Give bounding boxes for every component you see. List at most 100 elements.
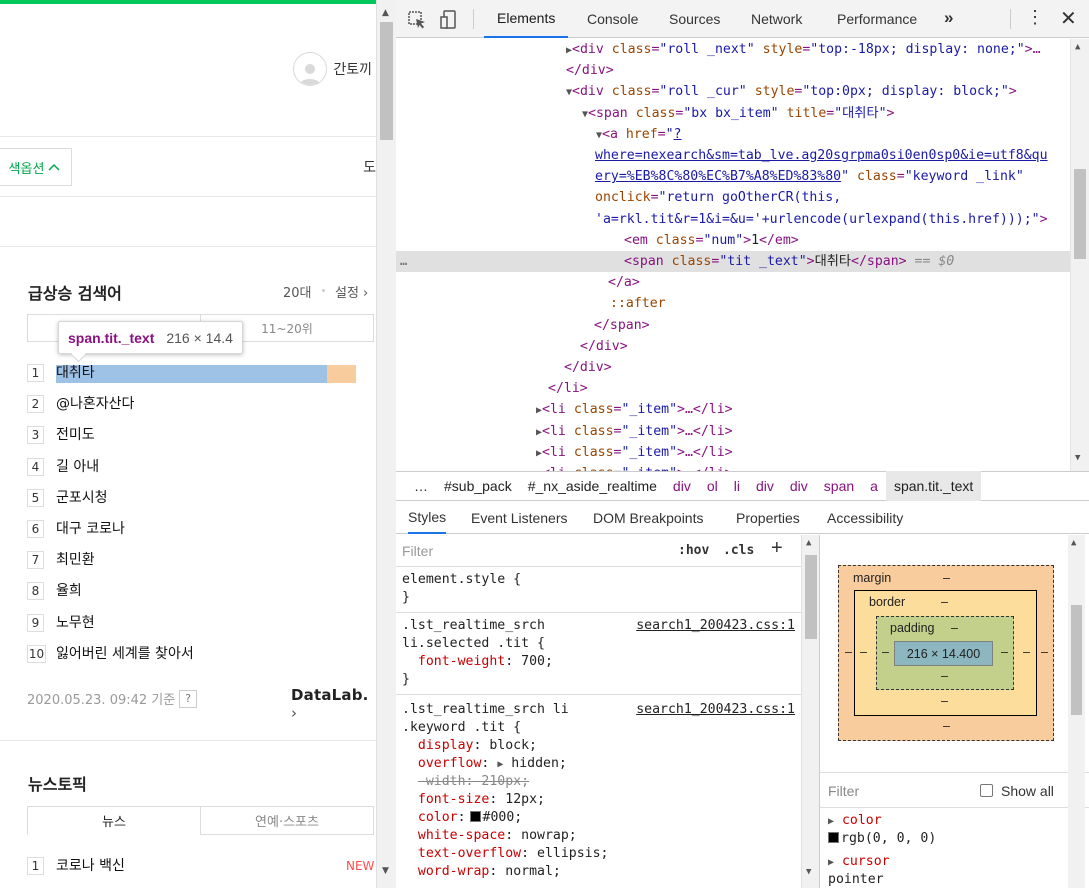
styles-filter-input[interactable]: Filter (400, 539, 664, 563)
dom-node[interactable]: </div> (396, 336, 1070, 357)
rank-keyword[interactable]: 잃어버린 세계를 찾아서 (56, 645, 194, 663)
list-item[interactable]: 2 @나혼자산다 (27, 395, 194, 426)
breadcrumb-item[interactable]: div (665, 471, 699, 501)
user-name[interactable]: 간토끼 (333, 59, 372, 79)
color-swatch[interactable] (469, 811, 481, 822)
dom-tree[interactable]: ▶<div class="roll _next" style="top:-18p… (396, 39, 1070, 471)
user-area[interactable]: 간토끼 (293, 52, 372, 86)
rank-keyword[interactable]: 군포시청 (56, 489, 108, 507)
news-tab-news[interactable]: 뉴스 (27, 806, 201, 835)
style-rule[interactable]: .lst_realtime_srch search1_200423.css:1 l… (396, 615, 801, 695)
datalab-link[interactable]: DataLab. › (291, 686, 376, 722)
dom-node[interactable]: ▶<li class="_item">…</li> (396, 421, 1070, 442)
breadcrumb-item[interactable]: ol (699, 471, 726, 501)
tools-label[interactable]: 도 (363, 157, 376, 177)
tab-console[interactable]: Console (587, 0, 638, 38)
page-scrollbar[interactable]: ▲ ▼ (376, 0, 396, 888)
dom-node-actions-icon[interactable]: … (400, 251, 407, 272)
scroll-up-arrow-icon[interactable]: ▲ (382, 8, 389, 18)
search-option-button[interactable]: 색옵션 (0, 148, 72, 186)
news-item[interactable]: 1 코로나 백신 (27, 857, 125, 875)
style-rule[interactable]: .lst_realtime_srch li search1_200423.css:… (396, 699, 801, 888)
tab-dom-breakpoints[interactable]: DOM Breakpoints (593, 502, 703, 534)
dom-node[interactable]: ▶<li class="_item">…</li> (396, 442, 1070, 463)
dom-node[interactable]: </a> (396, 272, 1070, 293)
close-icon[interactable]: ✕ (1060, 6, 1077, 31)
dom-node[interactable]: onclick="return goOtherCR(this, (396, 187, 1070, 208)
computed-property[interactable]: ▶ color (828, 812, 882, 831)
inspect-element-icon[interactable] (406, 9, 428, 31)
list-item[interactable]: 5 군포시청 (27, 488, 194, 520)
realtime-age-filter[interactable]: 20대 (283, 282, 312, 301)
list-item[interactable]: 8 율희 (27, 582, 194, 613)
kebab-menu-icon[interactable]: ⋮ (1026, 7, 1044, 28)
new-style-rule-icon[interactable]: + (771, 537, 783, 560)
rank-keyword[interactable]: @나혼자산다 (56, 395, 134, 413)
breadcrumb-item[interactable]: #sub_pack (436, 471, 520, 501)
scrollbar-thumb[interactable] (1074, 169, 1086, 259)
dom-node[interactable]: ▶<li class="_item">…</li> (396, 399, 1070, 420)
more-tabs-icon[interactable]: » (944, 8, 953, 28)
dom-node[interactable]: </span> (396, 315, 1070, 336)
tab-elements[interactable]: Elements (484, 0, 569, 38)
rank-keyword[interactable]: 전미도 (56, 426, 95, 444)
scroll-down-arrow-icon[interactable]: ▼ (1075, 453, 1080, 463)
rank-keyword[interactable]: 길 아내 (56, 458, 99, 476)
dom-node[interactable]: </li> (396, 378, 1070, 399)
rank-keyword[interactable]: 대구 코로나 (56, 520, 125, 538)
scroll-down-arrow-icon[interactable]: ▼ (806, 867, 811, 877)
scroll-up-arrow-icon[interactable]: ▲ (1071, 538, 1076, 548)
breadcrumb-more[interactable]: … (406, 471, 436, 501)
styles-scrollbar[interactable]: ▲ ▼ (801, 535, 819, 888)
dom-node[interactable]: 'a=rkl.tit&r=1&i=&u='+urlencode(urlexpan… (396, 209, 1070, 230)
user-avatar-icon[interactable] (293, 52, 328, 86)
scroll-down-arrow-icon[interactable]: ▼ (382, 866, 389, 876)
class-toggle[interactable]: .cls (723, 543, 754, 558)
list-item[interactable]: 9 노무현 (27, 613, 194, 645)
dom-node[interactable]: ▶<div class="roll _next" style="top:-18p… (396, 39, 1070, 60)
list-item[interactable]: 10 잃어버린 세계를 찾아서 (27, 644, 194, 676)
tab-properties[interactable]: Properties (736, 502, 800, 534)
dom-node[interactable]: </div> (396, 357, 1070, 378)
box-model-content[interactable]: 216 × 14.400 (894, 641, 993, 666)
scroll-up-arrow-icon[interactable]: ▲ (1075, 42, 1080, 52)
tab-styles[interactable]: Styles (408, 502, 447, 534)
dom-node[interactable]: ▼<span class="bx bx_item" title="대취타"> (396, 103, 1070, 124)
rank-keyword[interactable]: 대취타 (56, 364, 95, 382)
computed-scrollbar[interactable]: ▲ (1068, 535, 1085, 888)
list-item[interactable]: 4 길 아내 (27, 457, 194, 489)
show-all-checkbox[interactable] (980, 784, 993, 797)
scrollbar-thumb[interactable] (380, 22, 393, 140)
dom-node-pseudo[interactable]: ::after (396, 293, 1070, 314)
breadcrumb-item[interactable]: #_nx_aside_realtime (520, 471, 665, 501)
dom-tree-scrollbar[interactable]: ▲ ▼ (1070, 39, 1089, 471)
color-swatch[interactable] (828, 832, 839, 843)
breadcrumb-item[interactable]: div (748, 471, 782, 501)
hover-state-toggle[interactable]: :hov (678, 543, 709, 558)
dom-node[interactable]: ▼<div class="roll _cur" style="top:0px; … (396, 81, 1070, 102)
scrollbar-thumb[interactable] (1071, 605, 1082, 715)
tab-sources[interactable]: Sources (669, 0, 720, 38)
style-rule-element[interactable]: element.style { } (396, 569, 801, 613)
dom-node-link[interactable]: where=nexearch&sm=tab_lve.ag20sgrpma0si0… (396, 145, 1070, 166)
scroll-up-arrow-icon[interactable]: ▲ (806, 538, 811, 548)
breadcrumb-item[interactable]: div (782, 471, 816, 501)
scrollbar-thumb[interactable] (805, 555, 817, 639)
list-item[interactable]: 6 대구 코로나 (27, 519, 194, 551)
dom-node-selected[interactable]: … <span class="tit _text">대취타</span> == $… (396, 251, 1070, 273)
tab-accessibility[interactable]: Accessibility (827, 502, 903, 534)
realtime-setting-link[interactable]: 설정 › (335, 282, 368, 301)
list-item[interactable]: 3 전미도 (27, 426, 194, 457)
breadcrumb-item[interactable]: li (726, 471, 748, 501)
news-keyword[interactable]: 코로나 백신 (56, 857, 125, 875)
dom-node[interactable]: ▶<li class="_item">…</li> (396, 463, 1070, 471)
computed-property[interactable]: ▶ cursor (828, 853, 890, 872)
stylesheet-link[interactable]: search1_200423.css:1 (636, 617, 795, 635)
news-tab-entertainment[interactable]: 연예·스포츠 (200, 806, 374, 835)
rank-keyword[interactable]: 노무현 (56, 614, 95, 632)
help-icon[interactable]: ? (179, 689, 198, 708)
device-toolbar-icon[interactable] (438, 9, 460, 31)
computed-filter-input[interactable]: Filter (828, 783, 859, 799)
tab-event-listeners[interactable]: Event Listeners (471, 502, 568, 534)
tab-network[interactable]: Network (751, 0, 802, 38)
